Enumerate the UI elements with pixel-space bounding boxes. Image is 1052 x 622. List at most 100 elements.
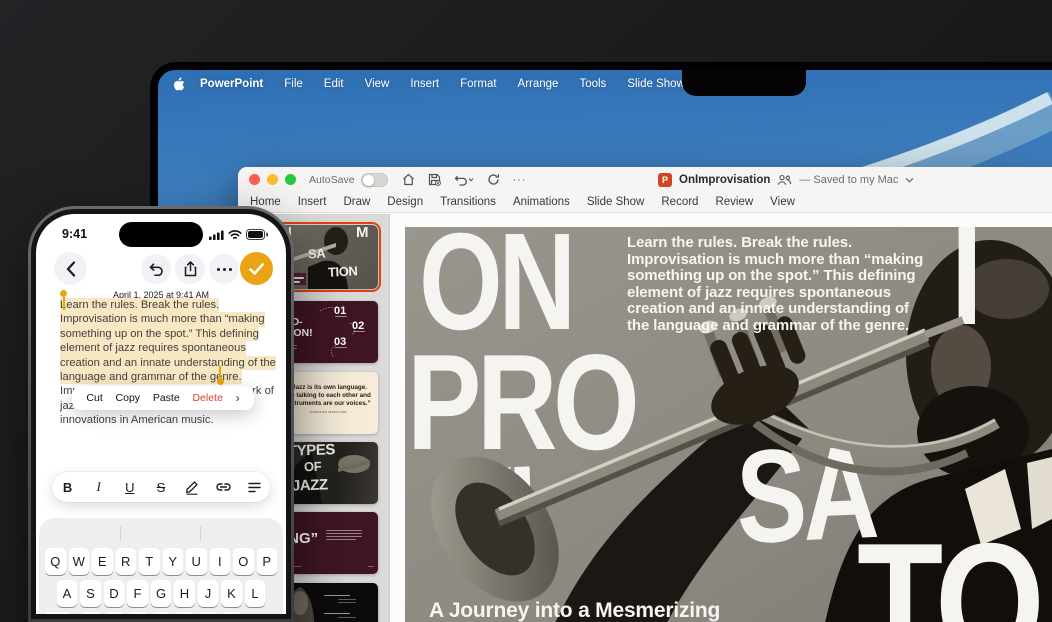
- ribbon-tab[interactable]: Insert: [298, 196, 327, 208]
- document-title[interactable]: OnImprovisation: [679, 174, 770, 186]
- backspace-key[interactable]: [250, 612, 278, 614]
- key[interactable]: H: [174, 580, 195, 607]
- zoom-button[interactable]: [285, 174, 296, 185]
- more-options-button[interactable]: [209, 254, 239, 284]
- save-icon[interactable]: [428, 173, 441, 186]
- selection-start-handle[interactable]: [60, 290, 67, 297]
- note-selected-line: creation and an innate understanding of …: [60, 355, 276, 371]
- key[interactable]: Q: [45, 548, 66, 575]
- ribbon-tab[interactable]: Transitions: [440, 196, 496, 208]
- bold-button[interactable]: B: [58, 480, 78, 495]
- thumb1-fragment: TION: [327, 263, 358, 280]
- keyboard: QWERTYUIOP ASDFGHJKL ZXCVBNM: [39, 518, 283, 614]
- battery-icon: [246, 229, 268, 240]
- slide-paragraph-line: element of jazz requires spontaneous: [627, 283, 891, 301]
- mac-menu-bar: PowerPoint File Edit View Insert Format Arran…: [158, 70, 1052, 98]
- ribbon-tabs: Home Insert Draw Design Transitions Animation…: [238, 192, 1052, 213]
- iphone: 9:41 April 1, 2025 at 9:41 AM Learn the …: [28, 206, 294, 622]
- paste-menu-item[interactable]: Paste: [153, 392, 180, 404]
- menu-item[interactable]: Slide Show: [627, 78, 685, 90]
- cut-menu-item[interactable]: Cut: [86, 392, 102, 404]
- current-slide[interactable]: ON I PRO VI SA TO: [405, 227, 1052, 622]
- key[interactable]: X: [103, 612, 125, 614]
- menu-item[interactable]: Format: [460, 78, 496, 90]
- home-icon[interactable]: [402, 173, 415, 186]
- key[interactable]: Z: [80, 612, 101, 614]
- menu-item[interactable]: Insert: [410, 78, 439, 90]
- key[interactable]: O: [233, 548, 254, 575]
- menu-app-name[interactable]: PowerPoint: [200, 78, 263, 90]
- saved-status[interactable]: — Saved to my Mac: [799, 174, 898, 186]
- ribbon-tab[interactable]: Slide Show: [587, 196, 645, 208]
- minimize-button[interactable]: [267, 174, 278, 185]
- strikethrough-button[interactable]: S: [151, 480, 171, 495]
- italic-button[interactable]: I: [89, 479, 109, 495]
- key[interactable]: V: [150, 612, 172, 614]
- link-icon[interactable]: [213, 481, 233, 493]
- menu-item[interactable]: Arrange: [518, 78, 559, 90]
- back-button[interactable]: [54, 252, 87, 285]
- text-format-bar: B I U S: [52, 472, 270, 502]
- thumb4-title-line: TYPES: [287, 442, 336, 460]
- cellular-signal-icon: [209, 230, 224, 240]
- key[interactable]: N: [197, 612, 219, 614]
- key[interactable]: D: [103, 580, 125, 607]
- ribbon-tab[interactable]: Draw: [343, 196, 370, 208]
- key[interactable]: L: [244, 580, 266, 607]
- menu-item[interactable]: Edit: [324, 78, 344, 90]
- autosave-toggle[interactable]: [360, 172, 388, 187]
- display-notch: [682, 70, 806, 96]
- key[interactable]: T: [139, 548, 160, 575]
- key[interactable]: U: [186, 548, 207, 575]
- key[interactable]: M: [221, 612, 242, 614]
- apple-logo-icon[interactable]: [172, 76, 185, 92]
- thumb4-title-line: JAZZ: [291, 476, 328, 495]
- highlight-pen-icon[interactable]: [182, 479, 202, 495]
- ribbon-tab[interactable]: Animations: [513, 196, 570, 208]
- done-button[interactable]: [240, 252, 273, 285]
- ribbon-tab[interactable]: View: [770, 196, 795, 208]
- selection-end-handle[interactable]: [216, 378, 224, 385]
- key[interactable]: B: [174, 612, 195, 614]
- key[interactable]: S: [80, 580, 101, 607]
- more-tools-icon[interactable]: ···: [513, 174, 527, 186]
- ribbon-tab[interactable]: Design: [387, 196, 423, 208]
- undo-button[interactable]: [141, 254, 171, 284]
- key[interactable]: P: [256, 548, 277, 575]
- menu-more-chevron[interactable]: ›: [236, 391, 240, 405]
- key[interactable]: A: [56, 580, 78, 607]
- shift-key[interactable]: [44, 612, 72, 614]
- underline-button[interactable]: U: [120, 480, 140, 495]
- dynamic-island: [119, 222, 203, 247]
- align-icon[interactable]: [244, 482, 264, 493]
- key[interactable]: K: [221, 580, 242, 607]
- key[interactable]: C: [127, 612, 148, 614]
- menu-item[interactable]: File: [284, 78, 303, 90]
- chevron-down-icon[interactable]: [905, 177, 914, 183]
- key[interactable]: Y: [162, 548, 183, 575]
- copy-menu-item[interactable]: Copy: [116, 392, 141, 404]
- close-button[interactable]: [249, 174, 260, 185]
- collaborators-icon[interactable]: [777, 174, 792, 186]
- slide-subtitle: A Journey into a Mesmerizing: [429, 599, 721, 622]
- ribbon-tab[interactable]: Record: [661, 196, 698, 208]
- key[interactable]: I: [209, 548, 230, 575]
- key[interactable]: G: [150, 580, 172, 607]
- key[interactable]: E: [92, 548, 113, 575]
- redo-icon[interactable]: [487, 173, 500, 186]
- key[interactable]: R: [115, 548, 136, 575]
- prediction-bar[interactable]: [39, 522, 283, 544]
- ribbon-tab[interactable]: Review: [715, 196, 753, 208]
- delete-menu-item[interactable]: Delete: [192, 392, 222, 404]
- key[interactable]: F: [127, 580, 148, 607]
- keyboard-row-3: ZXCVBNM: [39, 612, 283, 614]
- undo-icon[interactable]: [454, 173, 474, 186]
- thumb3-quote-line: instruments are our voices.”: [285, 399, 371, 407]
- slide-paragraph: Learn the rules. Break the rules. Improvi…: [627, 234, 957, 334]
- keyboard-row-2: ASDFGHJKL: [39, 580, 283, 607]
- key[interactable]: J: [197, 580, 219, 607]
- key[interactable]: W: [68, 548, 89, 575]
- menu-item[interactable]: Tools: [579, 78, 606, 90]
- share-button[interactable]: [175, 254, 205, 284]
- menu-item[interactable]: View: [365, 78, 390, 90]
